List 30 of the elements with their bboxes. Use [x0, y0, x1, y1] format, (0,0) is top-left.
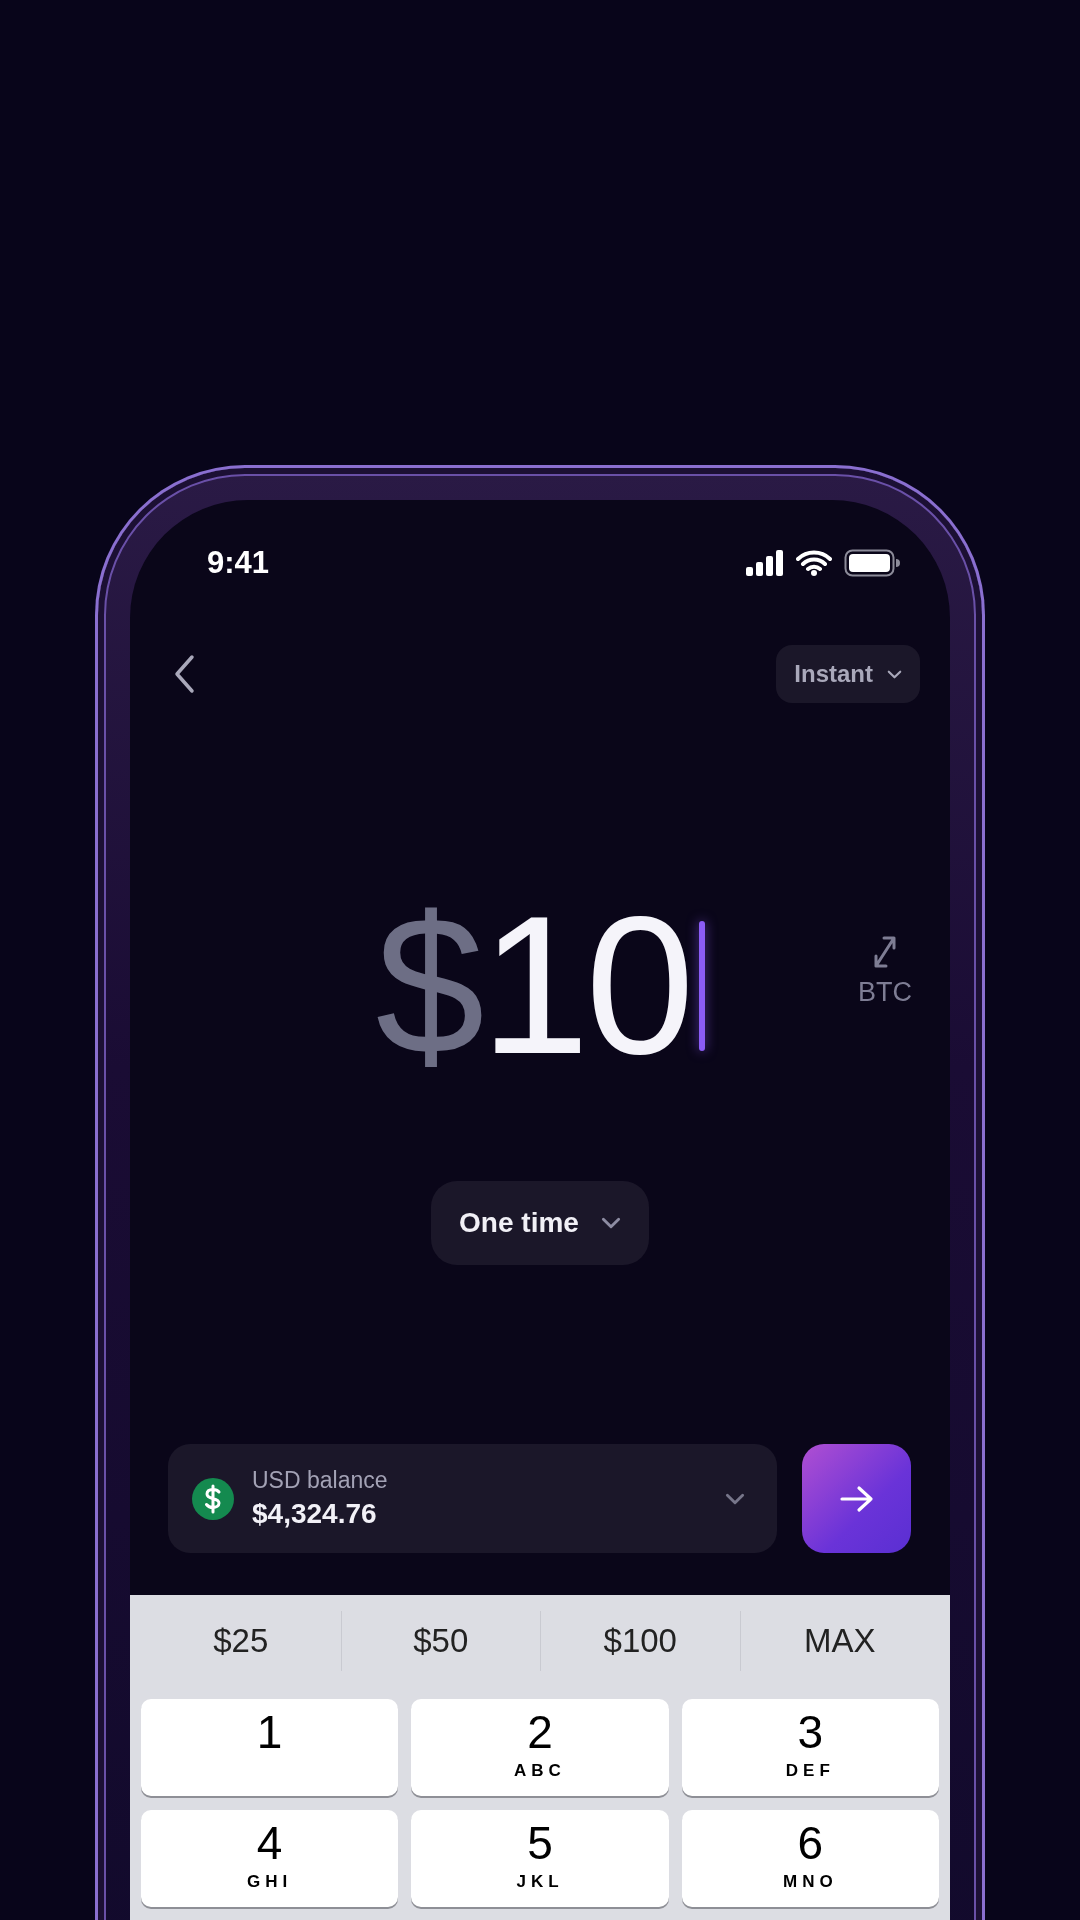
- wifi-icon: [796, 550, 832, 576]
- continue-button[interactable]: [802, 1444, 911, 1553]
- source-label: USD balance: [252, 1467, 389, 1494]
- status-time: 9:41: [207, 545, 270, 581]
- quick-amount-button[interactable]: $100: [540, 1611, 740, 1671]
- chevron-down-icon: [600, 1217, 621, 1229]
- currency-toggle[interactable]: BTC: [858, 934, 912, 1008]
- funding-source-selector[interactable]: USD balance $4,324.76: [168, 1444, 777, 1553]
- keypad-key[interactable]: 4 GHI: [141, 1810, 399, 1907]
- balance-amount: $4,324.76: [252, 1498, 378, 1530]
- chevron-down-icon: [725, 1492, 745, 1505]
- keypad-key[interactable]: 1: [141, 1699, 399, 1796]
- keypad-key[interactable]: 6 MNO: [681, 1810, 939, 1907]
- chevron-down-icon: [887, 669, 902, 679]
- keypad-key[interactable]: 2 ABC: [411, 1699, 669, 1796]
- frequency-selector[interactable]: One time: [431, 1181, 649, 1265]
- speed-selector[interactable]: Instant: [776, 645, 920, 703]
- dollar-coin-icon: [192, 1477, 234, 1520]
- arrow-right-icon: [838, 1484, 875, 1513]
- signal-icon: [746, 550, 784, 576]
- swap-arrows-icon: [872, 934, 898, 969]
- back-icon[interactable]: [173, 654, 195, 694]
- quick-amount-button[interactable]: $50: [340, 1611, 540, 1671]
- amount-value[interactable]: 10: [480, 888, 691, 1084]
- currency-symbol: $: [375, 888, 481, 1084]
- quick-amount-button[interactable]: MAX: [739, 1611, 939, 1671]
- keypad-key[interactable]: 5 JKL: [411, 1810, 669, 1907]
- quick-amount-button[interactable]: $25: [141, 1611, 341, 1671]
- battery-icon: [844, 549, 900, 577]
- keypad-key[interactable]: 3 DEF: [681, 1699, 939, 1796]
